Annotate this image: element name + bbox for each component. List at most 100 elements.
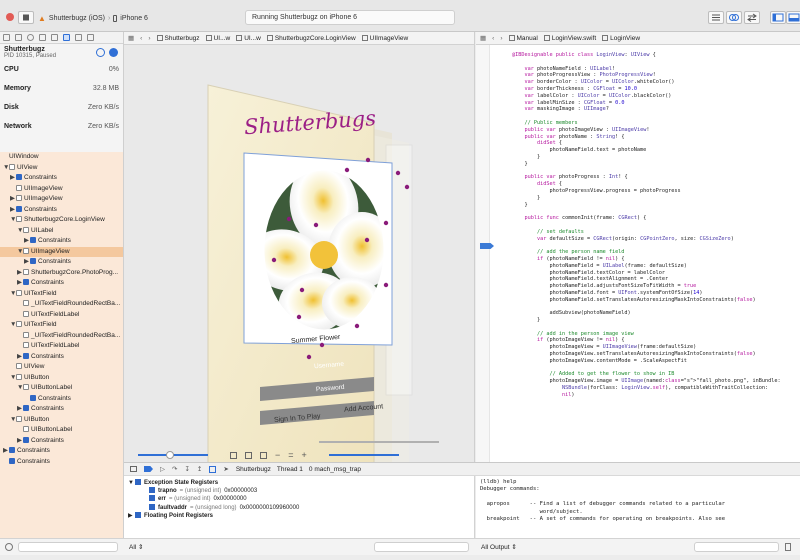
code-line[interactable]: public var photoImageView : UIImageView! [512, 127, 800, 134]
tree-row[interactable]: Constraints [0, 457, 123, 468]
disclosure-closed-icon[interactable]: ▶ [128, 512, 135, 520]
editor-gutter[interactable] [476, 45, 490, 462]
source-editor[interactable]: ▦ ‹ › Manual LoginView.swift LoginView @IB… [476, 32, 800, 462]
tree-row[interactable]: ▼ ShutterbugzCore.LoginView [0, 215, 123, 226]
tree-row[interactable]: ▼ UILabel [0, 226, 123, 237]
code-line[interactable]: var borderColor : UIColor = UIColor.whit… [512, 79, 800, 86]
back-icon[interactable]: ‹ [140, 35, 142, 42]
code-line[interactable]: photoImageView.image = UIImage(named:cla… [512, 378, 800, 385]
info-icon[interactable] [109, 48, 118, 57]
process-row[interactable]: Shutterbugz PID 10315, Paused [0, 44, 123, 64]
spacing-slider[interactable] [138, 451, 208, 459]
pause-icon[interactable] [96, 48, 105, 57]
tree-row[interactable]: ▼ UIImageView [0, 246, 123, 257]
code-line[interactable]: didSet { [512, 140, 800, 147]
code-line[interactable]: // set defaults [512, 229, 800, 236]
tree-row[interactable]: ▼ UIButton [0, 415, 123, 426]
breadcrumb-item[interactable]: Shutterbugz [156, 35, 200, 42]
thread-crumb[interactable]: Shutterbugz [236, 466, 271, 473]
code-line[interactable]: public var photoName : String! { [512, 134, 800, 141]
hide-debug-icon[interactable] [130, 466, 137, 472]
code-line[interactable]: photoNameField.textAlignment = .Center [512, 276, 800, 283]
navigator-filter-field[interactable] [18, 542, 118, 552]
back-icon[interactable]: ‹ [492, 35, 494, 42]
tree-row[interactable]: ▶ Constraints [0, 404, 123, 415]
variable-row[interactable]: ▼ Exception State Registers [124, 479, 474, 487]
adjust-view-icon[interactable] [260, 451, 267, 459]
variable-row[interactable]: ▶ Floating Point Registers [124, 511, 474, 520]
related-items-icon[interactable]: ▦ [128, 34, 134, 42]
standard-editor-button[interactable] [708, 11, 724, 24]
stop-button[interactable] [18, 11, 34, 24]
code-line[interactable]: } [512, 154, 800, 161]
code-line[interactable]: photoImageView.contentMode = .ScaleAspec… [512, 358, 800, 365]
step-out-icon[interactable]: ↥ [197, 465, 202, 473]
code-line[interactable]: ​ [512, 324, 800, 331]
tree-row[interactable]: ▶ ShutterbugzCore.PhotoProg... [0, 268, 123, 279]
assistant-editor-button[interactable] [726, 11, 742, 24]
thread-crumb[interactable]: 0 mach_msg_trap [309, 466, 361, 473]
code-line[interactable]: if (photoNameField != nil) { [512, 256, 800, 263]
code-line[interactable]: ​ [512, 59, 800, 66]
code-line[interactable]: var labelColor : UIColor = UIColor.black… [512, 93, 800, 100]
step-in-icon[interactable]: ↧ [184, 465, 189, 473]
console-search-field[interactable] [694, 542, 779, 552]
code-line[interactable]: ​ [512, 113, 800, 120]
tree-row[interactable]: ▼ UIView [0, 163, 123, 174]
breadcrumb-item[interactable]: UIImageView [361, 35, 408, 42]
tree-row[interactable]: UITextFieldLabel [0, 310, 123, 321]
tree-row[interactable]: ▶ Constraints [0, 236, 123, 247]
code-line[interactable]: } [512, 202, 800, 209]
code-line[interactable]: ​ [512, 242, 800, 249]
breadcrumb-item[interactable]: LoginView.swift [543, 35, 596, 42]
code-line[interactable]: photoNameField.adjustsFontSizeToFitWidth… [512, 283, 800, 290]
code-area[interactable]: @IBDesignable public class LoginView: UI… [512, 52, 800, 399]
variable-row[interactable]: trapno = (unsigned int) 0x00000003 [124, 487, 474, 495]
breakpoints-toggle-icon[interactable] [144, 466, 153, 472]
tree-row[interactable]: _UITextFieldRoundedRectBa... [0, 299, 123, 310]
report-icon[interactable] [87, 34, 94, 41]
related-items-icon[interactable]: ▦ [480, 34, 486, 42]
show-clipped-icon[interactable] [230, 451, 237, 459]
tree-row[interactable]: ▶ Constraints [0, 446, 123, 457]
code-line[interactable]: } [512, 317, 800, 324]
tree-row[interactable]: ▼ UITextField [0, 289, 123, 300]
code-line[interactable]: // add in the person image view [512, 331, 800, 338]
version-editor-button[interactable] [744, 11, 760, 24]
breadcrumb-item[interactable]: UI...w [205, 35, 230, 42]
tree-row[interactable]: ▶ Constraints [0, 257, 123, 268]
disclosure-open-icon[interactable]: ▼ [128, 479, 135, 487]
gauge-row[interactable]: Disk Zero KB/s [0, 102, 123, 121]
code-line[interactable]: NSBundle(forClass: LoginView.self), comp… [512, 385, 800, 392]
range-slider[interactable] [328, 454, 399, 456]
trash-icon[interactable] [785, 543, 791, 551]
code-line[interactable]: photoProgressView.progress = photoProgre… [512, 188, 800, 195]
tree-row[interactable]: ▼ UITextField [0, 320, 123, 331]
slider-knob[interactable] [166, 451, 174, 459]
code-line[interactable]: photoImageView = UIImageView(frame:defau… [512, 344, 800, 351]
code-line[interactable]: photoImageView.setTranslatesAutoresizing… [512, 351, 800, 358]
breadcrumb-item[interactable]: Manual [508, 35, 538, 42]
code-line[interactable]: } [512, 161, 800, 168]
code-line[interactable]: var defaultSize = CGRect(origin: CGPoint… [512, 236, 800, 243]
console-output-select[interactable]: All Output ⇕ [481, 543, 517, 551]
vars-search-field[interactable] [374, 542, 469, 552]
tree-row[interactable]: ▶ Constraints [0, 205, 123, 216]
thread-crumb[interactable]: Thread 1 [277, 466, 303, 473]
breadcrumb-item[interactable]: LoginView [602, 35, 640, 42]
tree-row[interactable]: UIWindow [0, 152, 123, 163]
tree-row[interactable]: ▼ UIButton [0, 373, 123, 384]
show-constraints-icon[interactable] [245, 451, 252, 459]
gauge-row[interactable]: Network Zero KB/s [0, 121, 123, 140]
console-view[interactable]: (lldb) helpDebugger commands:​ apropos -… [476, 476, 800, 538]
tree-row[interactable]: ▶ Constraints [0, 278, 123, 289]
code-line[interactable]: public var photoProgress : Int! { [512, 174, 800, 181]
forward-icon[interactable]: › [500, 35, 502, 42]
filter-icon[interactable] [5, 543, 13, 551]
zoom-in-icon[interactable]: + [302, 450, 307, 460]
tree-row[interactable]: ▶ UIImageView [0, 194, 123, 205]
code-line[interactable]: @IBDesignable public class LoginView: UI… [512, 52, 800, 59]
code-line[interactable]: // add the person name field [512, 249, 800, 256]
tree-row[interactable]: UIView [0, 362, 123, 373]
code-line[interactable]: photoNameField.textColor = labelColor [512, 270, 800, 277]
